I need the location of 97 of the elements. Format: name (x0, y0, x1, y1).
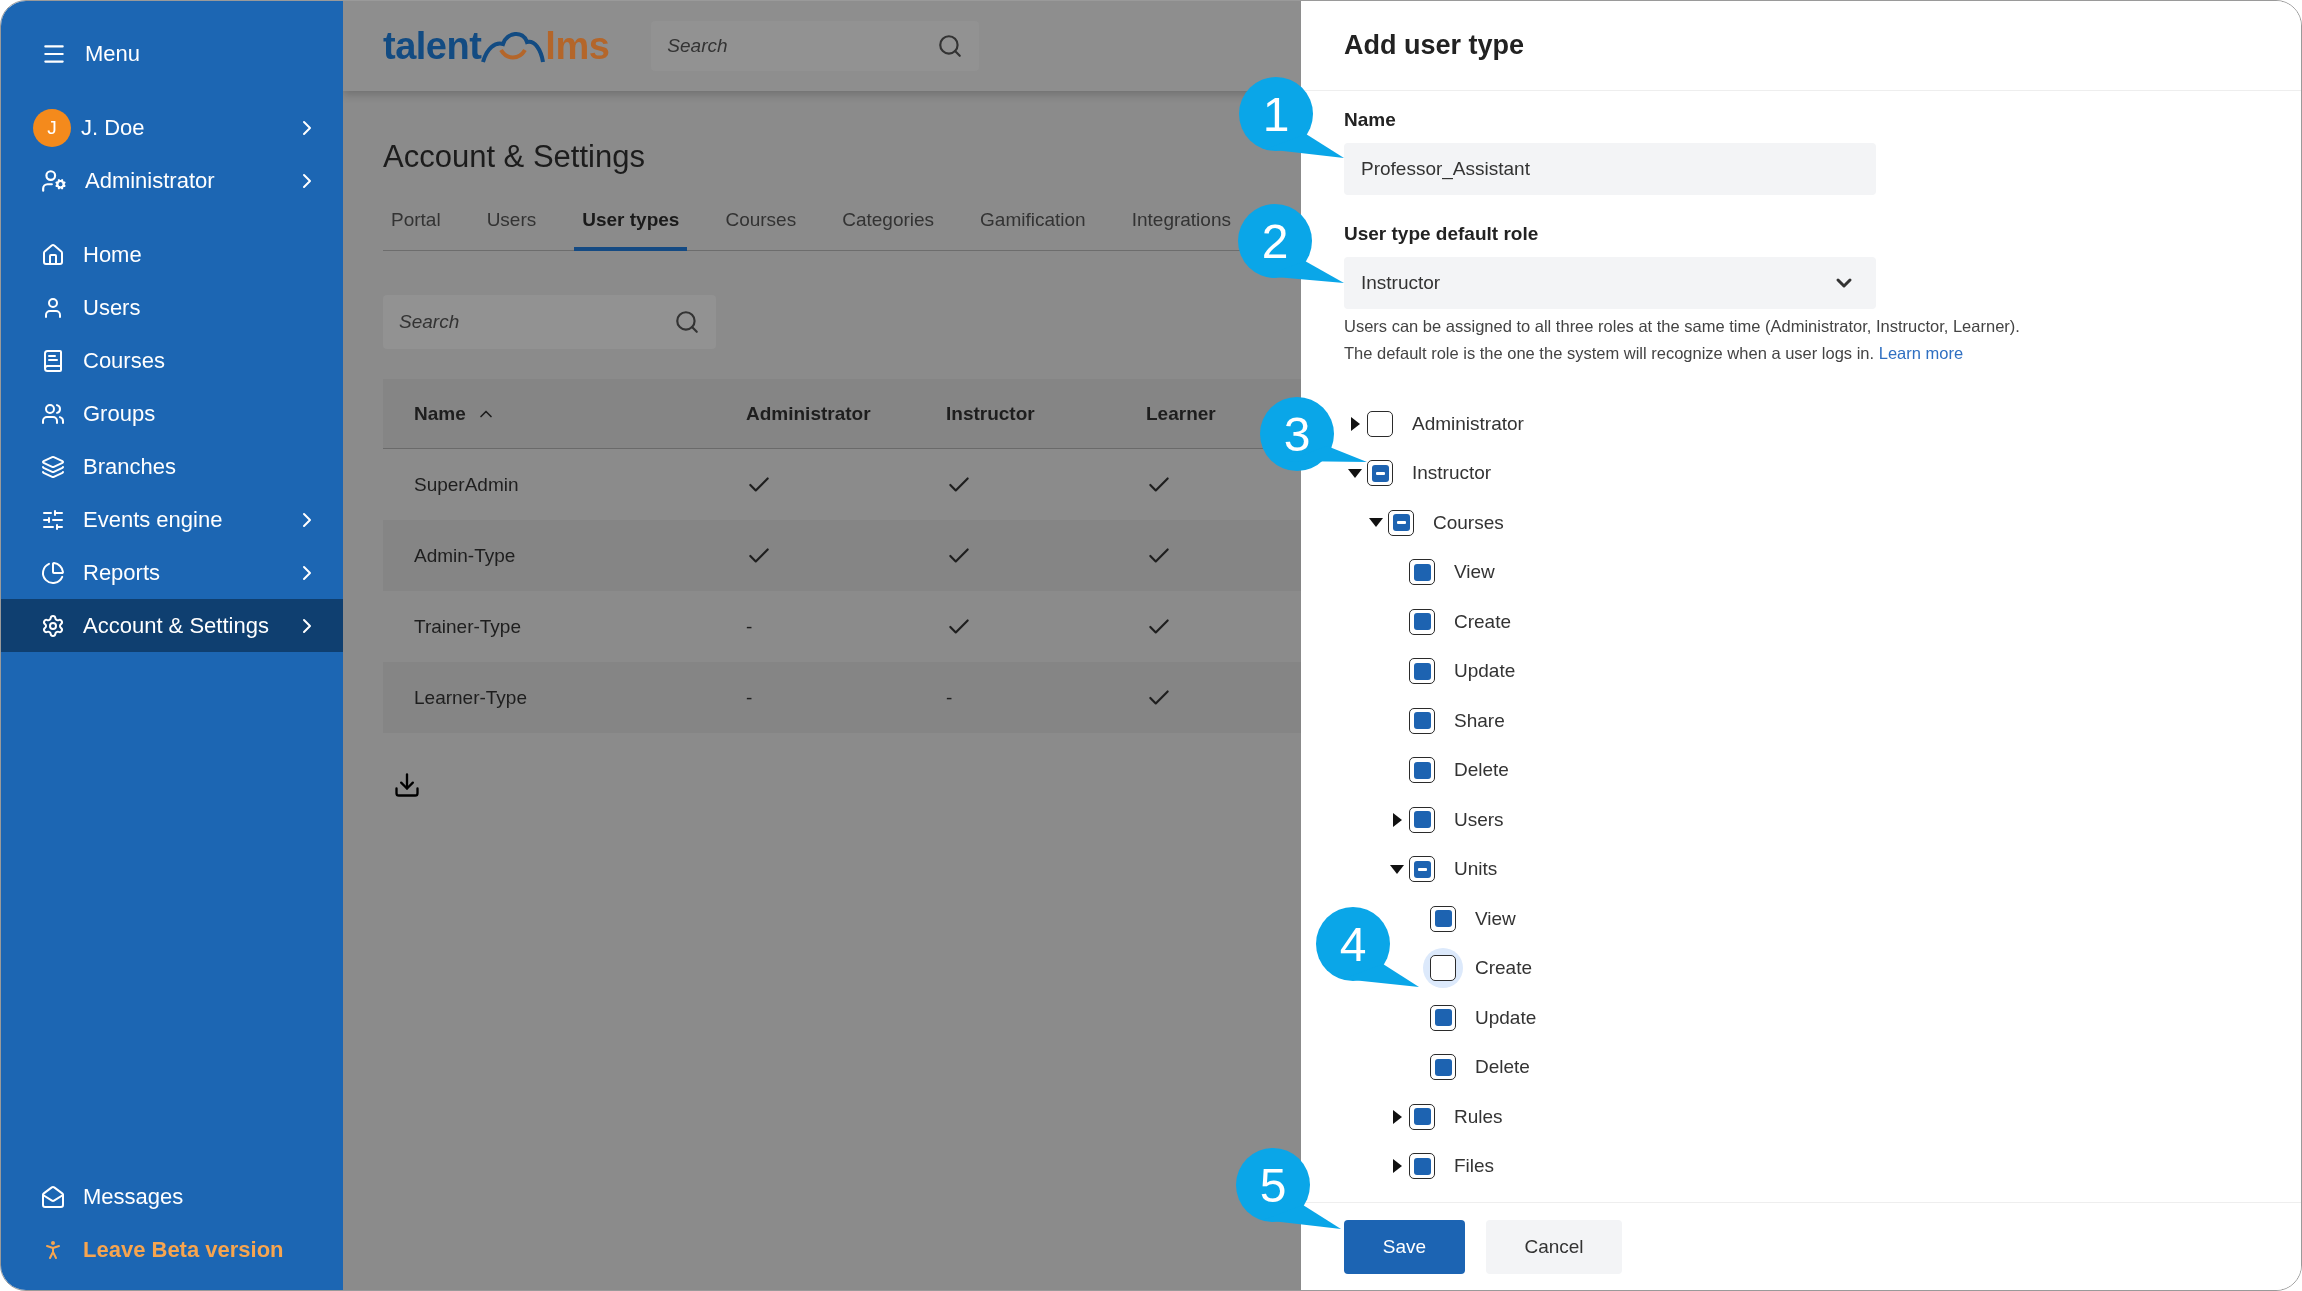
tab[interactable]: Users (478, 209, 545, 251)
role-menu-item[interactable]: Administrator (1, 154, 343, 207)
checkbox[interactable] (1409, 707, 1435, 734)
tab[interactable]: Categories (834, 209, 943, 251)
page-title: Account & Settings (383, 139, 646, 175)
checkbox[interactable] (1409, 559, 1435, 586)
permission-label: View (1475, 907, 1516, 930)
caret-icon[interactable] (1390, 864, 1404, 874)
table-cell: - (746, 615, 753, 638)
nav-icon (41, 348, 65, 373)
checkbox[interactable] (1409, 806, 1435, 833)
search-field[interactable]: Search (651, 21, 980, 71)
checkbox[interactable] (1430, 955, 1456, 982)
sidebar-item[interactable]: Users (1, 281, 343, 334)
save-button[interactable]: Save (1344, 1219, 1465, 1274)
tab[interactable]: Integrations (1123, 209, 1239, 251)
caret-icon[interactable] (1350, 416, 1360, 431)
checkbox[interactable] (1409, 1153, 1435, 1180)
column-header[interactable]: Administrator (746, 402, 871, 425)
sidebar-item[interactable]: Home (1, 228, 343, 281)
select-field[interactable]: Instructor (1344, 257, 1876, 309)
nav-icon (41, 401, 65, 426)
tab[interactable]: Portal (383, 209, 449, 251)
permission-label: Units (1454, 858, 1498, 881)
nav-icon (41, 613, 65, 638)
permission-label: Update (1454, 660, 1516, 683)
permission-label: Share (1454, 709, 1505, 732)
column-header[interactable]: Name (414, 402, 496, 425)
checkbox[interactable] (1409, 658, 1435, 685)
sidebar-item[interactable]: Reports (1, 546, 343, 599)
checkbox[interactable] (1388, 509, 1414, 536)
help-text: Users can be assigned to all three roles at the same time (Administrator, Instructor, Learner). (1344, 317, 2021, 336)
permission-label: Administrator (1412, 412, 1524, 435)
download-icon[interactable] (393, 771, 421, 799)
sidebar-item[interactable]: Courses (1, 334, 343, 387)
sidebar-item[interactable]: Groups (1, 387, 343, 440)
table-cell: - (946, 686, 953, 709)
learn-more-link[interactable]: Learn more (1878, 344, 1964, 362)
table-cell: - (746, 686, 753, 709)
nav-icon (41, 454, 65, 479)
permission-label: Create (1475, 957, 1533, 980)
tab[interactable]: Gamification (972, 209, 1094, 251)
caret-icon[interactable] (1392, 1159, 1402, 1174)
cancel-button[interactable]: Cancel (1486, 1219, 1622, 1274)
column-header[interactable]: Instructor (946, 402, 1035, 425)
checkbox[interactable] (1409, 608, 1435, 635)
table-cell: Trainer-Type (414, 615, 521, 638)
checkbox[interactable] (1430, 1004, 1456, 1031)
checkbox[interactable] (1409, 757, 1435, 784)
column-header[interactable]: Learner (1146, 402, 1216, 425)
checkbox[interactable] (1367, 410, 1393, 437)
permission-label: Delete (1454, 759, 1509, 782)
checkbox[interactable] (1409, 856, 1435, 883)
checkbox[interactable] (1430, 1054, 1456, 1081)
tab[interactable]: User types (574, 209, 688, 251)
permission-label: Users (1454, 808, 1504, 831)
avatar: J (33, 108, 71, 147)
sidebar-item[interactable]: Account & Settings (1, 599, 343, 652)
field-label: Name (1344, 109, 1397, 131)
caret-icon[interactable] (1392, 812, 1402, 827)
search-icon[interactable] (937, 33, 964, 59)
permission-label: Courses (1433, 511, 1504, 534)
logo[interactable]: talent lms (383, 24, 610, 68)
user-gear-icon (41, 167, 67, 194)
permission-label: Create (1454, 610, 1512, 633)
help-text: The default role is the one the system will recognize when a user logs in. Learn more (1344, 344, 1965, 363)
permission-label: Update (1475, 1006, 1537, 1029)
field-label: User type default role (1344, 223, 1540, 245)
checkbox[interactable] (1430, 905, 1456, 932)
mail-icon (41, 1184, 65, 1209)
table-cell: Learner-Type (414, 686, 527, 709)
sidebar-item[interactable]: Messages (1, 1170, 343, 1223)
nav-icon (41, 560, 65, 585)
permission-label: Files (1454, 1155, 1495, 1178)
user-menu-item[interactable]: J J. Doe (1, 101, 343, 154)
table-cell: SuperAdmin (414, 473, 519, 496)
permission-label: Delete (1475, 1056, 1530, 1079)
sidebar-item[interactable]: Events engine (1, 493, 343, 546)
caret-icon[interactable] (1348, 468, 1362, 478)
caret-icon[interactable] (1369, 518, 1383, 528)
table-cell: Admin-Type (414, 544, 516, 567)
checkbox[interactable] (1367, 460, 1393, 487)
search-field[interactable]: Search (383, 295, 716, 349)
panel-title: Add user type (1344, 30, 1525, 61)
checkbox[interactable] (1409, 1103, 1435, 1130)
input-field[interactable]: Professor_Assistant (1344, 143, 1876, 195)
search-icon[interactable] (674, 309, 700, 335)
tab[interactable]: Courses (717, 209, 805, 251)
nav-icon (41, 507, 65, 532)
caret-icon[interactable] (1392, 1109, 1402, 1124)
permission-label: Rules (1454, 1105, 1503, 1128)
nav-icon (41, 242, 65, 267)
permission-label: View (1454, 561, 1495, 584)
permission-label: Instructor (1412, 462, 1492, 485)
sidebar-item[interactable]: Branches (1, 440, 343, 493)
sidebar-item[interactable]: Leave Beta version (1, 1223, 343, 1276)
menu-label: Menu (85, 40, 142, 67)
